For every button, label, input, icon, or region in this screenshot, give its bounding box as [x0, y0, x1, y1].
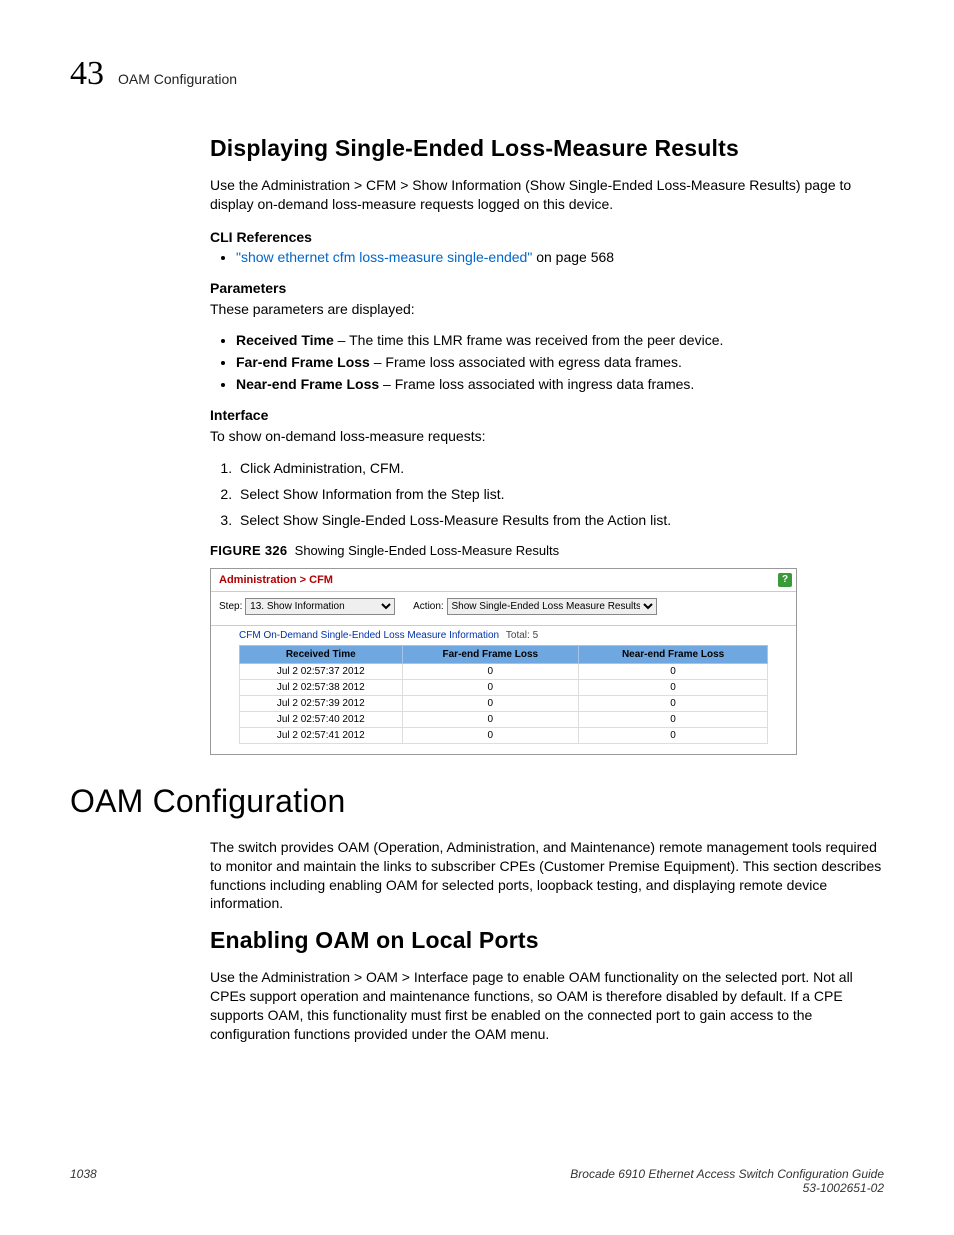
parameter-item: Near-end Frame Loss – Frame loss associa…: [236, 376, 884, 392]
loss-measure-table: Received Time Far-end Frame Loss Near-en…: [239, 645, 768, 744]
interface-steps: Click Administration, CFM. Select Show I…: [210, 460, 884, 528]
embedded-ui-screenshot: Administration > CFM ? Step: 13. Show In…: [210, 568, 797, 755]
section-intro: Use the Administration > CFM > Show Info…: [210, 176, 884, 214]
subsection-heading: Enabling OAM on Local Ports: [210, 927, 884, 954]
figure-caption: FIGURE 326 Showing Single-Ended Loss-Mea…: [210, 542, 884, 560]
chapter-number: 43: [70, 55, 104, 93]
cli-reference-suffix: on page 568: [532, 249, 614, 265]
table-row: Jul 2 02:57:38 201200: [240, 679, 768, 695]
oam-intro: The switch provides OAM (Operation, Admi…: [210, 838, 884, 914]
figure-caption-text: Showing Single-Ended Loss-Measure Result…: [295, 543, 559, 558]
major-heading: OAM Configuration: [70, 783, 884, 820]
cli-references-list: "show ethernet cfm loss-measure single-e…: [210, 249, 884, 265]
running-header: 43 OAM Configuration: [70, 55, 884, 93]
table-row: Jul 2 02:57:37 201200: [240, 663, 768, 679]
interface-step: Select Show Information from the Step li…: [236, 486, 884, 502]
step-select[interactable]: 13. Show Information: [245, 598, 395, 615]
col-near-end: Near-end Frame Loss: [579, 645, 768, 663]
figure-label: FIGURE 326: [210, 543, 287, 558]
cli-reference-item: "show ethernet cfm loss-measure single-e…: [236, 249, 884, 265]
help-icon[interactable]: ?: [778, 573, 792, 587]
interface-step: Click Administration, CFM.: [236, 460, 884, 476]
cli-references-label: CLI References: [210, 228, 884, 247]
parameters-list: Received Time – The time this LMR frame …: [210, 332, 884, 392]
table-row: Jul 2 02:57:41 201200: [240, 727, 768, 743]
action-select[interactable]: Show Single-Ended Loss Measure Results: [447, 598, 657, 615]
parameter-item: Far-end Frame Loss – Frame loss associat…: [236, 354, 884, 370]
table-row: Jul 2 02:57:39 201200: [240, 695, 768, 711]
page-number: 1038: [70, 1167, 97, 1195]
cli-reference-link[interactable]: "show ethernet cfm loss-measure single-e…: [236, 249, 532, 265]
doc-number: 53-1002651-02: [803, 1181, 884, 1195]
section-heading: Displaying Single-Ended Loss-Measure Res…: [210, 135, 884, 162]
parameter-item: Received Time – The time this LMR frame …: [236, 332, 884, 348]
interface-step: Select Show Single-Ended Loss-Measure Re…: [236, 512, 884, 528]
parameters-label: Parameters: [210, 279, 884, 298]
table-row: Jul 2 02:57:40 201200: [240, 711, 768, 727]
col-received-time: Received Time: [240, 645, 403, 663]
interface-intro: To show on-demand loss-measure requests:: [210, 427, 884, 446]
chapter-title: OAM Configuration: [118, 71, 237, 87]
parameters-intro: These parameters are displayed:: [210, 300, 884, 319]
col-far-end: Far-end Frame Loss: [402, 645, 579, 663]
interface-label: Interface: [210, 406, 884, 425]
action-label: Action:: [413, 601, 444, 612]
ui-breadcrumb: Administration > CFM: [219, 574, 333, 586]
step-label: Step:: [219, 601, 242, 612]
ui-table-title: CFM On-Demand Single-Ended Loss Measure …: [239, 630, 499, 641]
subsection-intro: Use the Administration > OAM > Interface…: [210, 968, 884, 1044]
ui-total-label: Total: 5: [506, 630, 538, 641]
book-title: Brocade 6910 Ethernet Access Switch Conf…: [570, 1167, 884, 1181]
page-footer: 1038 Brocade 6910 Ethernet Access Switch…: [70, 1167, 884, 1195]
